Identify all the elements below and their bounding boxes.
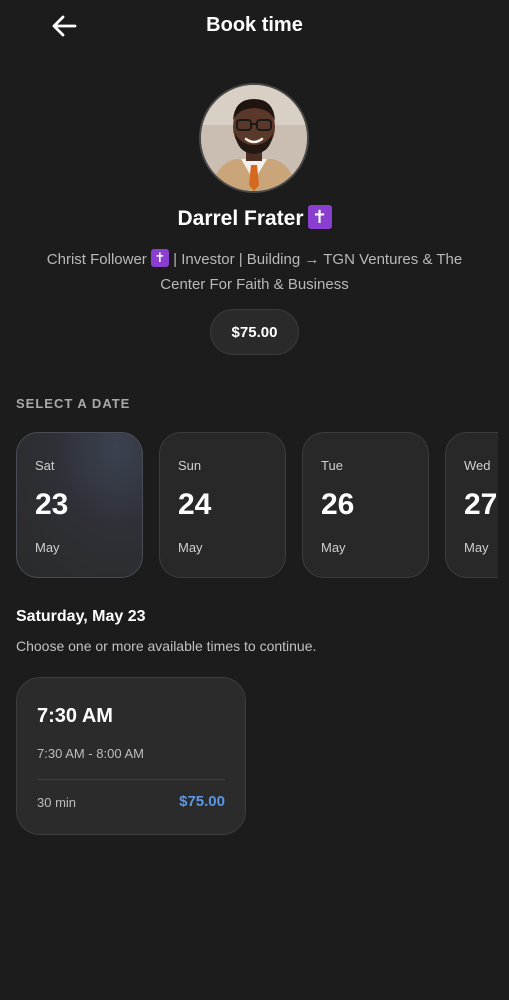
- avatar: [199, 83, 309, 193]
- divider: [37, 779, 225, 780]
- date-month: May: [35, 540, 60, 555]
- date-weekday: Wed: [464, 458, 491, 473]
- date-card-tue-26[interactable]: Tue 26 May: [302, 432, 429, 578]
- date-card-sun-24[interactable]: Sun 24 May: [159, 432, 286, 578]
- cross-icon: ✝: [150, 249, 169, 268]
- date-day: 26: [321, 488, 355, 521]
- slot-price: $75.00: [179, 793, 225, 810]
- slot-duration: 30 min: [37, 795, 77, 810]
- bio-text-rest: | Investor | Building → TGN Ventures & T…: [160, 251, 463, 293]
- date-month: May: [321, 540, 346, 555]
- slot-time-range: 7:30 AM - 8:00 AM: [37, 746, 144, 761]
- date-day: 27: [464, 488, 498, 521]
- price-badge: $75.00: [210, 309, 299, 355]
- bio-text-start: Christ Follower: [46, 251, 147, 268]
- profile-photo: [201, 85, 307, 191]
- profile-name: Darrel Frater ✝: [0, 205, 509, 231]
- page-title: Book time: [206, 14, 303, 36]
- header: Book time: [0, 0, 509, 54]
- slot-start-time: 7:30 AM: [37, 705, 113, 727]
- profile-bio: Christ Follower ✝ | Investor | Building …: [24, 247, 485, 297]
- cross-icon: ✝: [307, 205, 332, 230]
- date-month: May: [464, 540, 489, 555]
- date-day: 23: [35, 488, 69, 521]
- date-weekday: Sat: [35, 458, 55, 473]
- select-date-label: SELECT A DATE: [16, 396, 131, 411]
- date-card-sat-23[interactable]: Sat 23 May: [16, 432, 143, 578]
- date-card-wed-27[interactable]: Wed 27 May: [445, 432, 498, 578]
- date-picker[interactable]: Sat 23 May Sun 24 May Tue 26 May Wed 27 …: [16, 432, 498, 578]
- selected-date-heading: Saturday, May 23: [16, 608, 146, 625]
- profile-name-text: Darrel Frater: [177, 207, 304, 230]
- date-day: 24: [178, 488, 212, 521]
- book-time-page: Book time Darrel Frater ✝ Christ Followe…: [0, 0, 509, 1000]
- date-month: May: [178, 540, 203, 555]
- date-weekday: Tue: [321, 458, 343, 473]
- helper-text: Choose one or more available times to co…: [16, 638, 317, 654]
- time-slot-card[interactable]: 7:30 AM 7:30 AM - 8:00 AM 30 min $75.00: [16, 677, 246, 835]
- date-weekday: Sun: [178, 458, 202, 473]
